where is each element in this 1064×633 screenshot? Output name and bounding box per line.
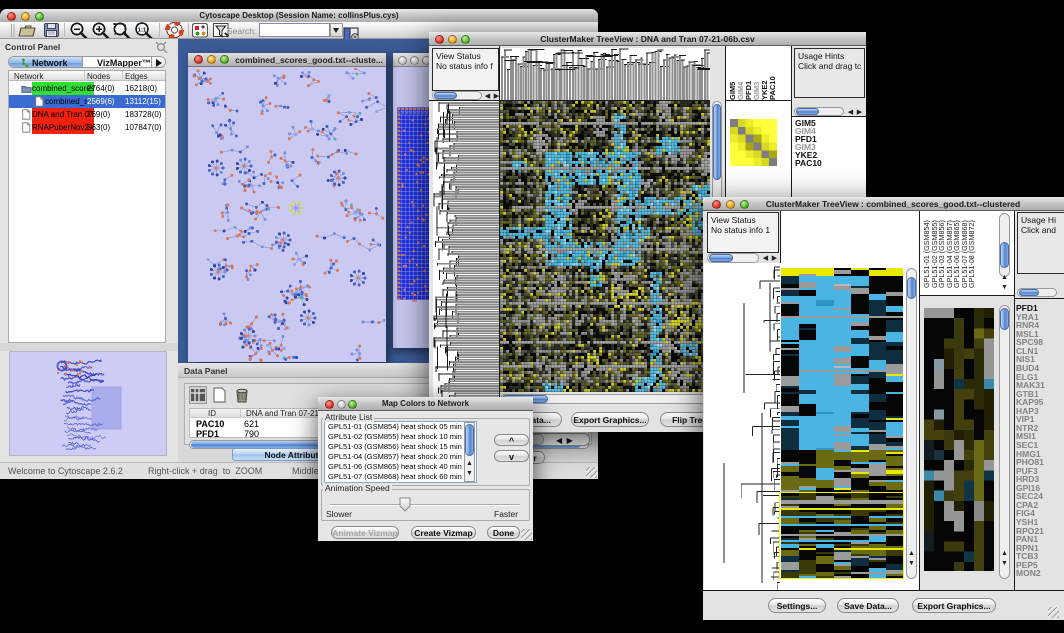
svg-text:1:1: 1:1 bbox=[138, 27, 147, 33]
